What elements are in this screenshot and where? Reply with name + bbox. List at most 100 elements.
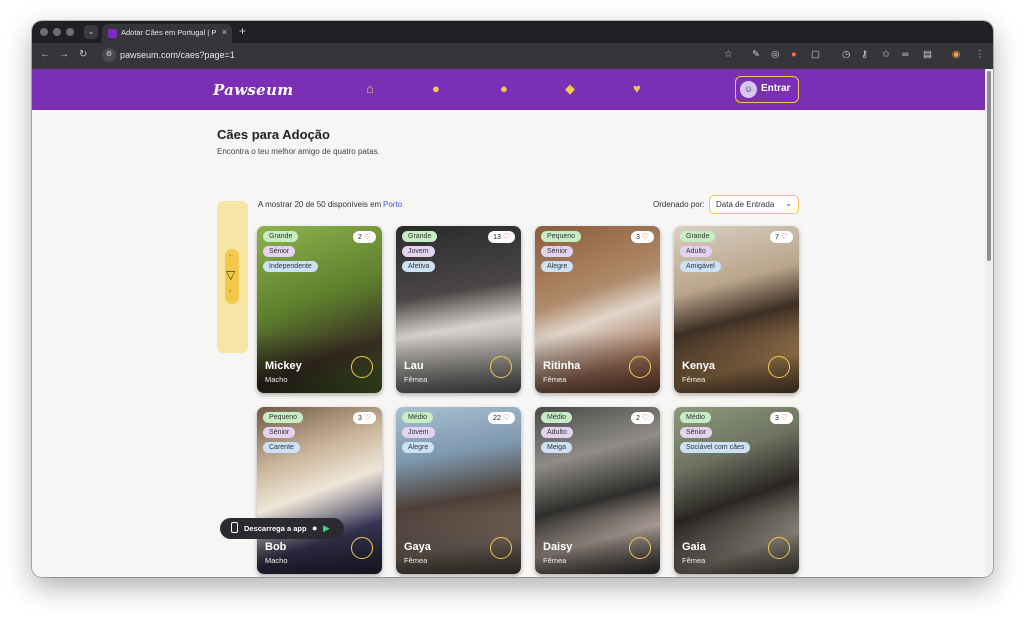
tag-list: Pequeno Sénior Carente <box>263 412 304 457</box>
dog-name: Mickey <box>265 360 302 372</box>
pawseum-seal-icon <box>351 537 373 559</box>
chevron-right-icon: › <box>229 253 231 259</box>
cat-icon[interactable]: ● <box>500 81 508 96</box>
results-location-link[interactable]: Porto <box>383 200 402 209</box>
pawseum-seal-icon <box>490 537 512 559</box>
site-settings-icon[interactable]: ⚙ <box>102 48 116 62</box>
like-button[interactable]: 3 ♡ <box>630 231 654 243</box>
pawseum-seal-icon <box>351 356 373 378</box>
browser-tab[interactable]: Adotar Cães em Portugal | Pa × <box>102 24 232 43</box>
tab-title: Adotar Cães em Portugal | Pa <box>121 28 216 37</box>
maximize-window-button[interactable] <box>66 28 74 36</box>
dog-name: Daisy <box>543 541 573 553</box>
dog-card[interactable]: Médio Adulto Meiga 2 ♡ Daisy Fêmea <box>535 407 660 574</box>
extension-icon[interactable]: ◎ <box>771 49 779 60</box>
like-button[interactable]: 2 ♡ <box>352 231 376 243</box>
dog-name: Gaya <box>404 541 431 553</box>
parrot-icon[interactable]: ◆ <box>565 81 575 97</box>
page-viewport: Pawseum ⌂ ● ● ◆ ♥ ☺ Entrar Cães para Ado… <box>32 69 985 577</box>
dog-card[interactable]: Pequeno Sénior Alegre 3 ♡ Ritinha Fêmea <box>535 226 660 393</box>
size-tag: Pequeno <box>263 412 304 423</box>
trait-tag: Alegre <box>402 442 435 453</box>
link-icon[interactable]: ∞ <box>902 49 909 60</box>
puzzle-extension-icon[interactable]: ▢ <box>811 49 820 60</box>
like-button[interactable]: 3 ♡ <box>769 412 793 424</box>
like-button[interactable]: 22 ♡ <box>488 412 515 424</box>
scrollbar-thumb[interactable] <box>987 71 991 261</box>
dog-name: Gaia <box>682 541 706 553</box>
dog-card[interactable]: Médio Sénior Sociável com cães 3 ♡ Gaia … <box>674 407 799 574</box>
heart-icon: ♡ <box>780 232 788 241</box>
filter-panel[interactable]: › ▽ › <box>217 201 248 353</box>
dog-card[interactable]: Grande Sénior Independente 2 ♡ Mickey Ma… <box>257 226 382 393</box>
minimize-window-button[interactable] <box>53 28 61 36</box>
download-app-label: Descarrega a app <box>244 524 307 533</box>
pawseum-seal-icon <box>629 356 651 378</box>
heart-icon: ♡ <box>363 413 371 422</box>
size-tag: Pequeno <box>541 231 582 242</box>
pawseum-seal-icon <box>768 537 790 559</box>
page-scrollbar[interactable] <box>985 69 993 577</box>
like-count: 3 <box>635 234 640 241</box>
filter-toggle-button[interactable]: › ▽ › <box>225 249 239 304</box>
forward-icon[interactable]: → <box>59 49 69 60</box>
tag-list: Grande Adulto Amigável <box>680 231 721 276</box>
bookmark-star-icon[interactable]: ☆ <box>724 49 733 60</box>
dog-sex: Macho <box>265 375 288 384</box>
size-tag: Grande <box>263 231 299 242</box>
dog-card[interactable]: Pequeno Sénior Carente 3 ♡ Bob Macho <box>257 407 382 574</box>
chevron-right-icon: › <box>229 289 231 295</box>
google-play-icon: ▶ <box>323 523 330 533</box>
size-tag: Médio <box>402 412 434 423</box>
like-count: 3 <box>774 415 779 422</box>
like-button[interactable]: 2 ♡ <box>630 412 654 424</box>
phone-icon <box>231 522 238 533</box>
menu-dots-icon[interactable]: ⋮ <box>975 49 985 60</box>
tab-search-chevron-icon[interactable]: ⌄ <box>84 25 98 39</box>
tag-list: Médio Sénior Sociável com cães <box>680 412 751 457</box>
heart-icon: ♡ <box>502 413 510 422</box>
shield-extension-icon[interactable]: ● <box>791 49 797 60</box>
tab-close-icon[interactable]: × <box>222 27 227 37</box>
like-count: 22 <box>493 415 501 422</box>
age-tag: Sénior <box>263 246 296 257</box>
dog-card[interactable]: Médio Jovem Alegre 22 ♡ Gaya Fêmea <box>396 407 521 574</box>
size-tag: Grande <box>680 231 716 242</box>
trait-tag: Alegre <box>541 261 574 272</box>
password-key-icon[interactable]: ⚷ <box>861 49 868 60</box>
url-field[interactable]: pawseum.com/caes?page=1 <box>120 50 235 60</box>
sidebar-toggle-icon[interactable]: ▤ <box>923 49 932 60</box>
tag-list: Pequeno Sénior Alegre <box>541 231 582 276</box>
like-button[interactable]: 3 ♡ <box>352 412 376 424</box>
download-app-button[interactable]: Descarrega a app ● ▶ <box>220 518 344 539</box>
site-logo[interactable]: Pawseum <box>213 81 293 99</box>
heart-icon: ♡ <box>641 232 649 241</box>
login-button[interactable]: ☺ Entrar <box>735 76 799 103</box>
like-button[interactable]: 13 ♡ <box>488 231 515 243</box>
dog-icon[interactable]: ● <box>432 81 440 96</box>
page-title: Cães para Adoção <box>217 127 330 142</box>
heart-icon: ♡ <box>641 413 649 422</box>
browser-address-bar: ← → ↻ ⚙ pawseum.com/caes?page=1 ☆ ✎ ◎ ● … <box>32 43 993 69</box>
sort-select[interactable]: Data de Entrada ⌄ <box>709 195 799 214</box>
heart-icon: ♡ <box>363 232 371 241</box>
reload-icon[interactable]: ↻ <box>79 49 87 60</box>
trait-tag: Amigável <box>680 261 721 272</box>
sort-label: Ordenado por: <box>653 200 705 209</box>
dog-card[interactable]: Grande Adulto Amigável 7 ♡ Kenya Fêmea <box>674 226 799 393</box>
home-icon[interactable]: ⌂ <box>366 81 374 96</box>
history-icon[interactable]: ◷ <box>842 49 850 60</box>
sort-selected-value: Data de Entrada <box>716 200 775 209</box>
tag-list: Grande Jovem Afetiva <box>402 231 438 276</box>
favorites-icon[interactable]: ✩ <box>882 49 890 60</box>
trait-tag: Independente <box>263 261 318 272</box>
page-subtitle: Encontra o teu melhor amigo de quatro pa… <box>217 147 380 156</box>
profile-avatar-icon[interactable]: ◉ <box>952 49 960 60</box>
new-tab-button[interactable]: + <box>239 24 246 38</box>
pen-extension-icon[interactable]: ✎ <box>752 49 760 60</box>
heart-icon[interactable]: ♥ <box>633 81 641 96</box>
close-window-button[interactable] <box>40 28 48 36</box>
back-icon[interactable]: ← <box>40 49 50 60</box>
like-button[interactable]: 7 ♡ <box>769 231 793 243</box>
dog-card[interactable]: Grande Jovem Afetiva 13 ♡ Lau Fêmea <box>396 226 521 393</box>
